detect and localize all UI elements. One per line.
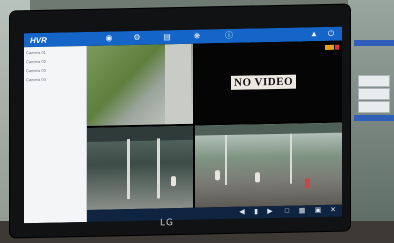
pillar — [127, 139, 130, 200]
storage-box — [358, 75, 390, 87]
pillar — [157, 138, 160, 199]
alarm-indicator-icon — [335, 44, 339, 50]
camera-list-item[interactable]: Camera 02 — [26, 57, 86, 65]
shelf — [354, 40, 394, 46]
background-shelf-right — [348, 0, 394, 243]
record-indicator-icon — [325, 44, 334, 50]
storage-box — [358, 88, 390, 100]
layout-icon[interactable]: □ — [282, 207, 292, 217]
next-icon[interactable]: ▶ — [265, 207, 275, 217]
person — [215, 170, 220, 181]
camera-list-item[interactable]: Camera 01 — [26, 48, 86, 56]
camera-list-sidebar: Camera 01 Camera 02 Camera 03 Camera 04 — [24, 45, 87, 224]
camera-grid: NO VIDEO — [87, 40, 342, 210]
person — [305, 178, 310, 189]
storage-box — [358, 101, 390, 113]
power-icon[interactable]: ⏻ — [326, 29, 336, 39]
grid-icon[interactable]: ▦ — [297, 206, 307, 216]
person — [255, 172, 260, 183]
camera-list-item[interactable]: Camera 03 — [26, 66, 86, 74]
wall — [165, 43, 191, 125]
no-video-label: NO VIDEO — [231, 74, 297, 90]
person — [171, 176, 176, 187]
brand-logo: LG — [160, 218, 174, 229]
roof — [195, 122, 342, 136]
camera-tile-1[interactable] — [87, 43, 193, 126]
camera-tile-3[interactable] — [87, 125, 193, 210]
gear-icon[interactable]: ❋ — [192, 32, 202, 42]
camera-tile-2[interactable]: NO VIDEO — [195, 40, 342, 124]
playback-icon[interactable]: ▤ — [162, 32, 172, 42]
app-logo: HVR — [30, 35, 47, 45]
roof — [87, 125, 193, 142]
close-icon[interactable]: ✕ — [328, 206, 338, 216]
nvr-screen: HVR ◉ ⚙ ▤ ❋ ⓘ ▲ ⏻ Camera 01 Camera 02 Ca… — [24, 26, 342, 224]
camera-tile-4[interactable] — [195, 122, 342, 208]
pillar — [290, 133, 292, 184]
monitor: HVR ◉ ⚙ ▤ ❋ ⓘ ▲ ⏻ Camera 01 Camera 02 Ca… — [10, 4, 350, 238]
play-icon[interactable]: ▮ — [251, 207, 261, 217]
camera-list-item[interactable]: Camera 04 — [26, 75, 86, 83]
user-icon[interactable]: ▲ — [309, 29, 319, 39]
info-icon[interactable]: ⓘ — [224, 31, 234, 41]
pillar — [225, 135, 227, 186]
fullscreen-icon[interactable]: ▣ — [313, 206, 323, 216]
prev-icon[interactable]: ◀ — [237, 208, 247, 218]
settings-icon[interactable]: ⚙ — [132, 33, 142, 43]
camera-icon[interactable]: ◉ — [104, 33, 114, 43]
shelf — [354, 115, 394, 121]
